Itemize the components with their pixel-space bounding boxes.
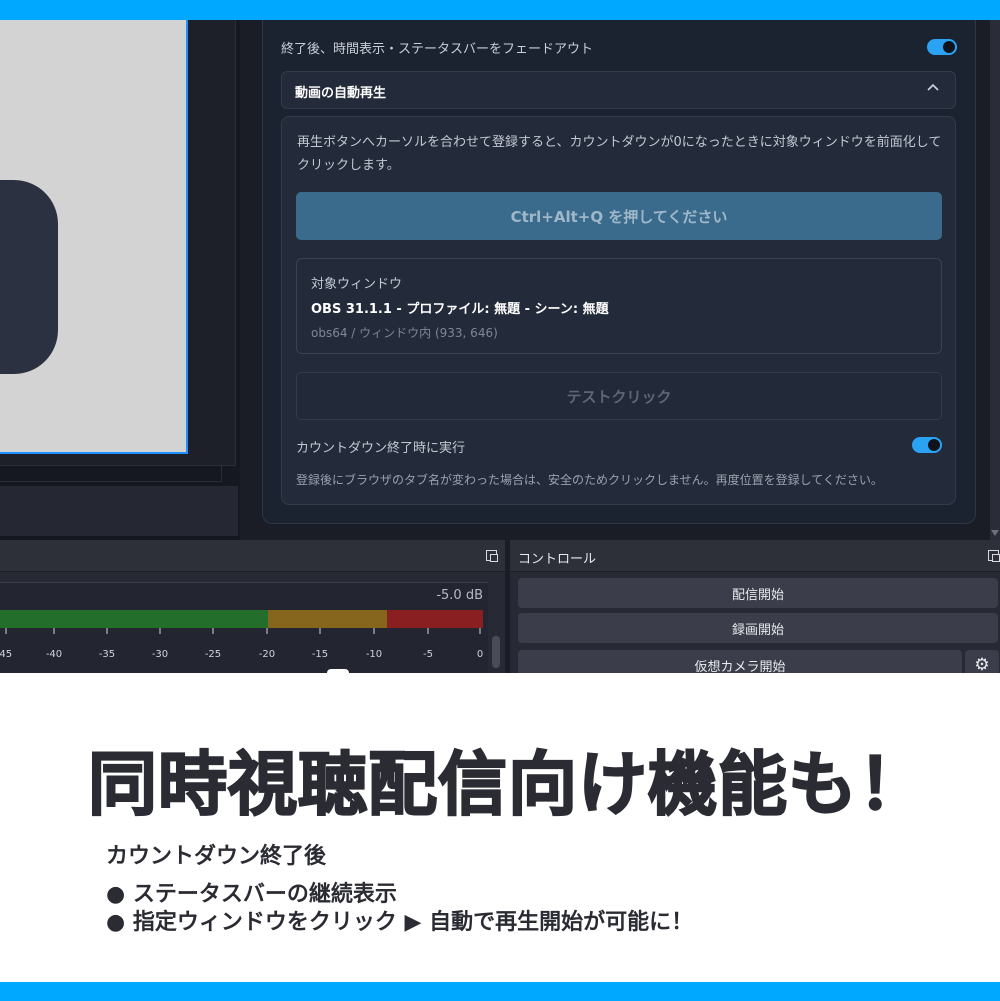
tick-label: -10 (365, 649, 383, 660)
start-recording-button[interactable]: 録画開始 (518, 613, 998, 643)
run-on-end-toggle[interactable] (912, 437, 942, 453)
tick-label: 0 (476, 649, 484, 660)
run-on-end-label: カウントダウン終了時に実行 (296, 441, 466, 456)
tick-label: -15 (311, 649, 329, 660)
volume-db-readout: -5.0 dB (436, 588, 483, 603)
target-window-detail: obs64 / ウィンドウ内 (933, 646) (311, 326, 498, 340)
autoplay-section-body: 再生ボタンへカーソルを合わせて登録すると、カウントダウンが0になったときに対象ウ… (281, 116, 956, 505)
tick-label: -5 (423, 649, 433, 660)
volume-meter-red (387, 610, 483, 628)
promo-headline: 同時視聴配信向け機能も！ (87, 744, 928, 826)
fade-out-toggle[interactable] (927, 39, 957, 55)
controls-header: コントロール (510, 540, 1000, 572)
target-window-box: 対象ウィンドウ OBS 31.1.1 - プロファイル: 無題 - シーン: 無… (296, 258, 942, 354)
preview-area (0, 20, 240, 540)
target-window-value: OBS 31.1.1 - プロファイル: 無題 - シーン: 無題 (311, 302, 609, 317)
safety-note: 登録後にブラウザのタブ名が変わった場合は、安全のためクリックしません。再度位置を… (296, 473, 883, 487)
mixer-scrollbar[interactable] (492, 636, 500, 668)
meter-ticks (5, 628, 481, 634)
target-window-label: 対象ウィンドウ (311, 277, 403, 292)
bottom-accent-band (0, 982, 1000, 1001)
undock-icon[interactable] (486, 550, 498, 562)
test-click-button[interactable]: テストクリック (296, 372, 942, 420)
preview-footer (0, 486, 238, 536)
promo-bullet: ● 指定ウィンドウをクリック ▶ 自動で再生開始が可能に！ (106, 910, 694, 935)
preview-source-shape (0, 180, 58, 374)
tick-label: -45 (0, 649, 13, 660)
fade-out-setting-row: 終了後、時間表示・ステータスバーをフェードアウト (281, 36, 957, 58)
scroll-down-arrow-icon[interactable] (991, 530, 999, 536)
tick-label: -25 (204, 649, 222, 660)
preview-canvas[interactable] (0, 20, 188, 454)
app-screenshot: 終了後、時間表示・ステータスバーをフェードアウト 動画の自動再生 再生ボタンへカ… (0, 20, 1000, 673)
controls-dock: コントロール 配信開始 録画開始 仮想カメラ開始 ⚙ (510, 540, 1000, 673)
volume-meter-green (0, 610, 268, 628)
controls-title: コントロール (518, 552, 597, 567)
register-hotkey-button[interactable]: Ctrl+Alt+Q を押してください (296, 192, 942, 240)
volume-fader-handle[interactable] (327, 669, 349, 673)
volume-meter-yellow (268, 610, 387, 628)
start-streaming-button[interactable]: 配信開始 (518, 578, 998, 608)
start-virtual-camera-button[interactable]: 仮想カメラ開始 (518, 650, 962, 673)
chevron-up-icon (927, 83, 939, 91)
promo-subhead: カウントダウン終了後 (106, 844, 327, 869)
tick-label: -20 (258, 649, 276, 660)
tick-label: -35 (98, 649, 116, 660)
gear-icon: ⚙ (974, 655, 990, 673)
fade-out-label: 終了後、時間表示・ステータスバーをフェードアウト (281, 42, 594, 57)
tick-label: -30 (151, 649, 169, 660)
audio-mixer-dock: -5.0 dB -45 -40 -35 -30 -25 -20 -15 -10 … (0, 540, 505, 673)
undock-icon[interactable] (988, 550, 1000, 562)
tick-label: -40 (45, 649, 63, 660)
audio-mixer-header (0, 540, 505, 572)
settings-scrollbar[interactable] (990, 20, 1000, 540)
top-accent-band (0, 0, 1000, 20)
virtual-camera-settings-button[interactable]: ⚙ (965, 650, 999, 673)
autoplay-description: 再生ボタンへカーソルを合わせて登録すると、カウントダウンが0になったときに対象ウ… (297, 135, 942, 173)
autoplay-section-title: 動画の自動再生 (295, 86, 387, 101)
autoplay-section-header[interactable]: 動画の自動再生 (281, 71, 956, 109)
